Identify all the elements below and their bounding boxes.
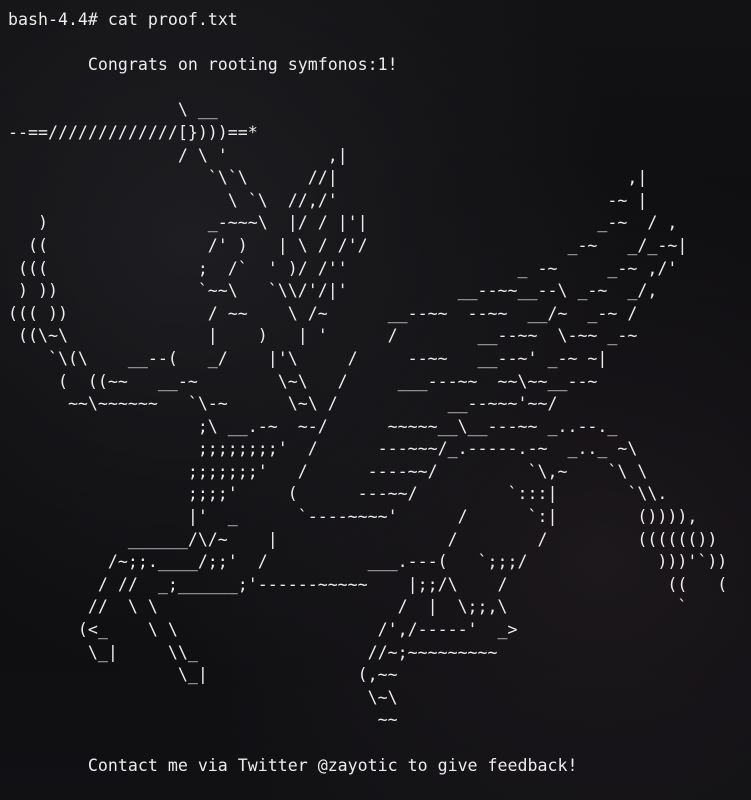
output-line: ;;;;;;;' / ----~~/ `\,~ `\ \ bbox=[8, 461, 648, 481]
output-line: \_| (,~~ bbox=[8, 665, 398, 685]
output-line: ((( ; /` ' )/ /'' _ -~ _-~ ,/' bbox=[8, 258, 678, 278]
output-line: \ __ bbox=[8, 100, 218, 120]
output-line: \~\ bbox=[8, 687, 398, 707]
shell-prompt: bash-4.4# bbox=[8, 10, 98, 29]
output-line: ) )) `~~\ `\\/'/|' __--~~__--\ _-~ _/, bbox=[8, 281, 658, 301]
output-line: --==/////////////[})))==* bbox=[8, 122, 258, 142]
output-line: \_| \\_ //~;~~~~~~~~~ bbox=[8, 642, 498, 662]
output-line: \ `\ //,/' -~ | bbox=[8, 190, 648, 210]
output-line: Contact me via Twitter @zayotic to give … bbox=[8, 755, 578, 775]
output-line: ((( )) / ~~ \ /~ __--~~ --~~ __/~ _-~ / bbox=[8, 303, 638, 323]
output-line: ) _-~~~\ |/ / |'| _-~ / , bbox=[8, 213, 678, 233]
output-line: ((\~\ | ) | ' / __--~~ \-~~ _-~ bbox=[8, 326, 638, 346]
terminal-window[interactable]: bash-4.4# cat proof.txt Congrats on root… bbox=[0, 0, 751, 800]
output-line: (( /' ) | \ / /'/ _-~ _/_-~| bbox=[8, 235, 688, 255]
output-line: (<_ \ \ /',/-----' _> bbox=[8, 620, 518, 640]
output-line: |' _ `----~~~~' / `:| ()))), bbox=[8, 507, 698, 527]
output-line: ~~\~~~~~~ `\-~ \~\ / __--~~~'~~/ bbox=[8, 394, 558, 414]
output-line: ( ((~~ __-~ \~\ / ___---~~ ~~\~~__--~ bbox=[8, 371, 598, 391]
output-line: Congrats on rooting symfonos:1! bbox=[8, 55, 398, 75]
output-line: `\`\ //| ,| bbox=[8, 168, 648, 188]
output-line: ______/\/~ | / / (((((()) bbox=[8, 529, 718, 549]
output-line: ;;;;' ( ---~~/ `:::| `\\. bbox=[8, 484, 668, 504]
output-line: ~~ bbox=[8, 710, 398, 730]
command-line: bash-4.4# cat proof.txt bbox=[8, 9, 751, 32]
command-output: Congrats on rooting symfonos:1! \ __ --==… bbox=[8, 32, 751, 778]
output-line: `\(\ __--( _/ |'\ / --~~ __--~' _-~ ~| bbox=[8, 348, 608, 368]
command-text: cat proof.txt bbox=[107, 10, 238, 29]
output-line: ;\ __.-~ ~-/ ~~~~~__\__---~~ _..--._ bbox=[8, 416, 618, 436]
output-line: / \ ' ,| bbox=[8, 145, 348, 165]
output-line: // \ \ / | \;;,\ ` bbox=[8, 597, 688, 617]
output-line: / // _;______;'------~~~~~ |;;/\ / (( ( bbox=[8, 574, 728, 594]
output-line: ;;;;;;;;' / ---~~~/_.-----.-~ _.._ ~\ bbox=[8, 439, 638, 459]
output-line: /~;;.____/;;' / ___.---( `;;;/ )))'`)) bbox=[8, 552, 728, 572]
